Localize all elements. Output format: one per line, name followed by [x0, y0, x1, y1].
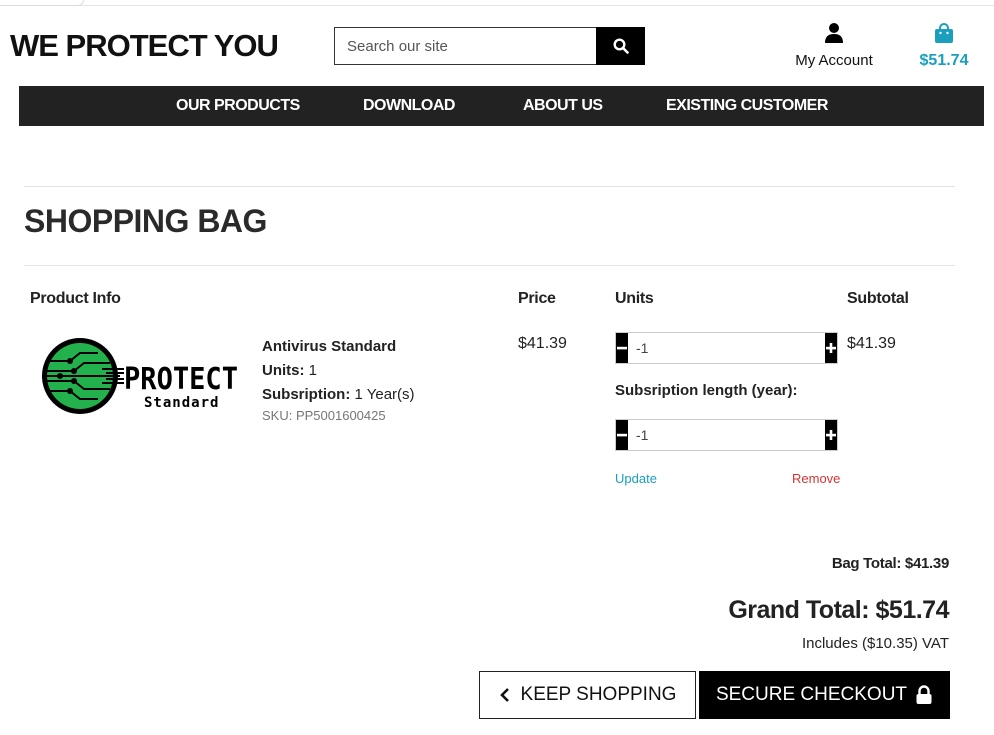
minus-icon [617, 433, 627, 437]
site-logo[interactable]: WE PROTECT YOU [10, 28, 279, 64]
nav-existing-customer[interactable]: EXISTING CUSTOMER [666, 86, 828, 126]
units-input[interactable] [628, 333, 825, 363]
search-input[interactable] [334, 27, 596, 65]
update-link[interactable]: Update [615, 471, 657, 486]
bag-total: Bag Total: $41.39 [831, 555, 949, 572]
cart-link[interactable]: $51.74 [912, 22, 976, 70]
minus-icon [617, 346, 627, 350]
keep-shopping-label: KEEP SHOPPING [520, 684, 677, 705]
remove-link[interactable]: Remove [792, 471, 840, 486]
subscription-length-stepper [615, 419, 838, 451]
nav-download[interactable]: DOWNLOAD [363, 86, 455, 126]
shopping-bag-icon [935, 23, 953, 43]
subscription-length-input[interactable] [628, 420, 825, 450]
vat-note: Includes ($10.35) VAT [801, 635, 949, 652]
secure-checkout-label: SECURE CHECKOUT [715, 684, 908, 705]
product-sku: SKU: PP5001600425 [262, 408, 386, 423]
search-bar [334, 27, 645, 65]
grand-total: Grand Total: $51.74 [728, 596, 949, 624]
units-label: Units: [262, 362, 305, 379]
tab-edge [0, 0, 84, 6]
product-subtotal: $41.39 [847, 335, 896, 352]
product-units-line: Units: 1 [262, 359, 415, 383]
chevron-left-icon [499, 688, 509, 702]
column-header-subtotal: Subtotal [847, 290, 909, 307]
column-header-price: Price [518, 290, 556, 307]
units-increment-button[interactable] [825, 333, 837, 363]
product-info: Antivirus Standard Units: 1 Subsription:… [262, 335, 415, 425]
units-value: 1 [308, 362, 318, 379]
product-logo-word: PROTECT [124, 362, 238, 397]
nav-about-us[interactable]: ABOUT US [523, 86, 603, 126]
secure-checkout-button[interactable]: SECURE CHECKOUT [699, 671, 950, 719]
my-account-link[interactable]: My Account [786, 22, 882, 69]
divider [24, 186, 955, 187]
cart-total: $51.74 [919, 52, 969, 69]
plus-icon [826, 343, 836, 353]
search-button[interactable] [596, 27, 645, 65]
keep-shopping-button[interactable]: KEEP SHOPPING [479, 671, 696, 719]
product-image[interactable]: PROTECT Standard [40, 333, 240, 419]
subscription-label: Subsription: [262, 386, 351, 403]
divider [24, 265, 955, 266]
product-name[interactable]: Antivirus Standard [262, 335, 415, 359]
product-logo-sub: Standard [144, 395, 219, 411]
subscription-length-label: Subsription length (year): [615, 382, 798, 399]
product-price: $41.39 [518, 335, 567, 352]
nav-our-products[interactable]: OUR PRODUCTS [176, 86, 300, 126]
column-header-product-info: Product Info [30, 290, 121, 307]
subscription-increment-button[interactable] [825, 420, 837, 450]
my-account-label: My Account [795, 52, 873, 69]
subscription-value: 1 Year(s) [354, 386, 415, 403]
search-icon [612, 38, 629, 54]
column-header-units: Units [615, 290, 654, 307]
product-subscription-line: Subsription: 1 Year(s) [262, 383, 415, 407]
page-title: SHOPPING BAG [24, 203, 267, 239]
plus-icon [826, 430, 836, 440]
lock-icon [916, 685, 932, 704]
units-decrement-button[interactable] [616, 333, 628, 363]
user-icon [825, 23, 843, 43]
browser-top-edge [0, 0, 994, 6]
subscription-decrement-button[interactable] [616, 420, 628, 450]
units-stepper [615, 332, 838, 364]
main-nav: OUR PRODUCTS DOWNLOAD ABOUT US EXISTING … [19, 86, 984, 126]
